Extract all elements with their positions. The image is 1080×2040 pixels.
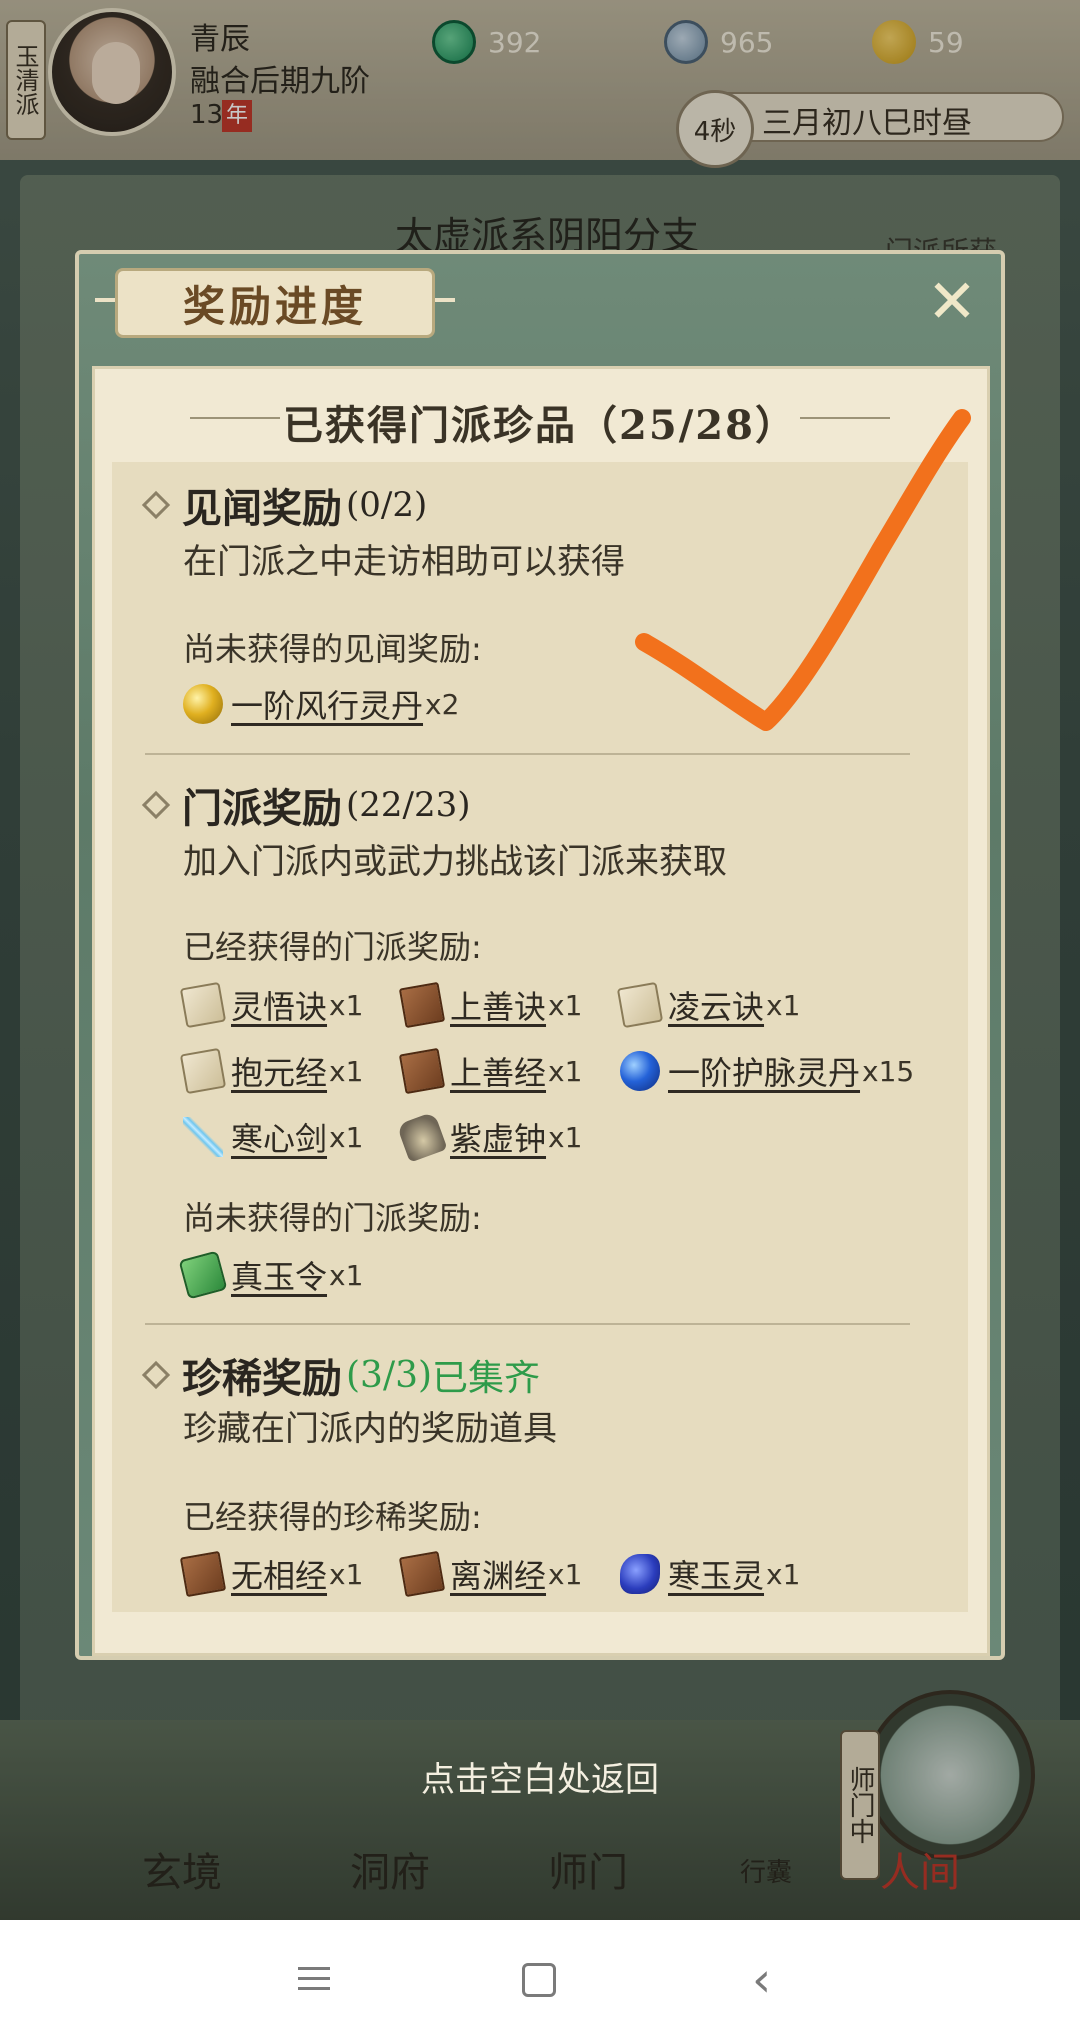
reward-item-qty: x1 bbox=[329, 988, 364, 1022]
reward-item-name: 无相经 bbox=[231, 1557, 328, 1595]
reward-item[interactable]: 离渊经 x1 bbox=[398, 1550, 583, 1598]
spirit-icon bbox=[620, 1554, 660, 1594]
reward-item-qty: x1 bbox=[548, 1120, 583, 1154]
reward-item-qty: x1 bbox=[329, 1054, 364, 1088]
group-label: 已经获得的珍稀奖励: bbox=[183, 1498, 482, 1536]
token-icon bbox=[178, 1250, 228, 1300]
reward-item[interactable]: 凌云诀 x1 bbox=[616, 981, 801, 1029]
reward-item[interactable]: 紫虚钟 x1 bbox=[396, 1111, 583, 1163]
gold-pill-icon bbox=[183, 684, 223, 724]
reward-item-qty: x1 bbox=[548, 988, 583, 1022]
reward-item[interactable]: 寒玉灵 x1 bbox=[620, 1551, 800, 1597]
section-title-jianwen: 见闻奖励 (0/2) bbox=[141, 476, 428, 534]
section-title-zhenxi: 珍稀奖励 (3/3) 已集齐 bbox=[141, 1346, 541, 1404]
reward-item-name: 抱元经 bbox=[231, 1054, 328, 1092]
reward-item-qty: x1 bbox=[766, 988, 801, 1022]
scroll-icon bbox=[179, 981, 227, 1029]
menu-icon[interactable] bbox=[298, 1960, 338, 2000]
reward-item[interactable]: 真玉令 x1 bbox=[178, 1250, 364, 1300]
blue-pill-icon bbox=[620, 1051, 660, 1091]
close-icon[interactable]: ✕ bbox=[920, 270, 984, 334]
reward-item[interactable]: 灵悟诀 x1 bbox=[179, 981, 364, 1029]
reward-item[interactable]: 抱元经 x1 bbox=[179, 1047, 364, 1095]
diamond-icon bbox=[141, 790, 171, 820]
reward-item[interactable]: 无相经 x1 bbox=[179, 1550, 364, 1598]
scroll-icon bbox=[616, 981, 664, 1029]
reward-item[interactable]: 上善诀 x1 bbox=[398, 981, 583, 1029]
section-description: 加入门派内或武力挑战该门派来获取 bbox=[183, 842, 727, 882]
reward-item-name: 一阶风行灵丹 bbox=[231, 687, 424, 725]
section-count: (22/23) bbox=[346, 785, 471, 825]
book-icon bbox=[398, 1550, 446, 1598]
reward-item-qty: x15 bbox=[862, 1054, 915, 1088]
reward-item-qty: x1 bbox=[329, 1557, 364, 1591]
reward-item[interactable]: 一阶风行灵丹 x2 bbox=[183, 681, 459, 727]
section-status: 已集齐 bbox=[432, 1358, 541, 1399]
reward-item-name: 紫虚钟 bbox=[450, 1120, 547, 1158]
reward-item-qty: x1 bbox=[766, 1557, 801, 1591]
section-divider bbox=[145, 753, 910, 755]
reward-item-name: 上善经 bbox=[450, 1054, 547, 1092]
sword-icon bbox=[183, 1117, 223, 1157]
section-title-text: 珍稀奖励 bbox=[182, 1355, 342, 1402]
group-label: 尚未获得的见闻奖励: bbox=[183, 630, 482, 668]
diamond-icon bbox=[141, 1360, 171, 1390]
reward-item-qty: x1 bbox=[329, 1258, 364, 1292]
reward-item[interactable]: 寒心剑 x1 bbox=[183, 1114, 363, 1160]
reward-item-name: 凌云诀 bbox=[668, 988, 765, 1026]
reward-item[interactable]: 一阶护脉灵丹 x15 bbox=[620, 1048, 914, 1094]
system-nav-bar: ‹ bbox=[0, 1920, 1080, 2040]
reward-item-name: 一阶护脉灵丹 bbox=[668, 1054, 861, 1092]
reward-item-qty: x2 bbox=[425, 687, 460, 721]
reward-item-qty: x1 bbox=[329, 1120, 364, 1154]
group-label: 已经获得的门派奖励: bbox=[183, 928, 482, 966]
reward-item-qty: x1 bbox=[548, 1557, 583, 1591]
section-title-text: 门派奖励 bbox=[182, 785, 342, 832]
bell-icon bbox=[396, 1111, 448, 1163]
section-count: (3/3) bbox=[346, 1354, 433, 1396]
back-icon[interactable]: ‹ bbox=[752, 1956, 792, 2004]
book-icon bbox=[179, 1550, 227, 1598]
diamond-icon bbox=[141, 490, 171, 520]
reward-item-name: 上善诀 bbox=[450, 988, 547, 1026]
reward-item-name: 真玉令 bbox=[231, 1258, 328, 1296]
tap-to-return-hint[interactable]: 点击空白处返回 bbox=[0, 1752, 1080, 1801]
book-icon bbox=[398, 981, 446, 1029]
home-icon[interactable] bbox=[522, 1963, 556, 1997]
section-title-menpai: 门派奖励 (22/23) bbox=[141, 776, 471, 834]
reward-item-name: 离渊经 bbox=[450, 1557, 547, 1595]
scroll-icon bbox=[179, 1047, 227, 1095]
reward-item-qty: x1 bbox=[548, 1054, 583, 1088]
book-icon bbox=[398, 1047, 446, 1095]
modal-title: 奖励进度 bbox=[115, 268, 435, 338]
section-description: 珍藏在门派内的奖励道具 bbox=[183, 1409, 557, 1449]
reward-item-name: 灵悟诀 bbox=[231, 988, 328, 1026]
reward-item-name: 寒玉灵 bbox=[668, 1557, 765, 1595]
group-label: 尚未获得的门派奖励: bbox=[183, 1199, 482, 1237]
progress-heading: 已获得门派珍品（25/28） bbox=[283, 402, 797, 449]
section-count: (0/2) bbox=[346, 485, 428, 525]
section-divider bbox=[145, 1323, 910, 1325]
section-title-text: 见闻奖励 bbox=[182, 485, 342, 532]
reward-item-name: 寒心剑 bbox=[231, 1120, 328, 1158]
reward-item[interactable]: 上善经 x1 bbox=[398, 1047, 583, 1095]
section-description: 在门派之中走访相助可以获得 bbox=[183, 542, 625, 582]
